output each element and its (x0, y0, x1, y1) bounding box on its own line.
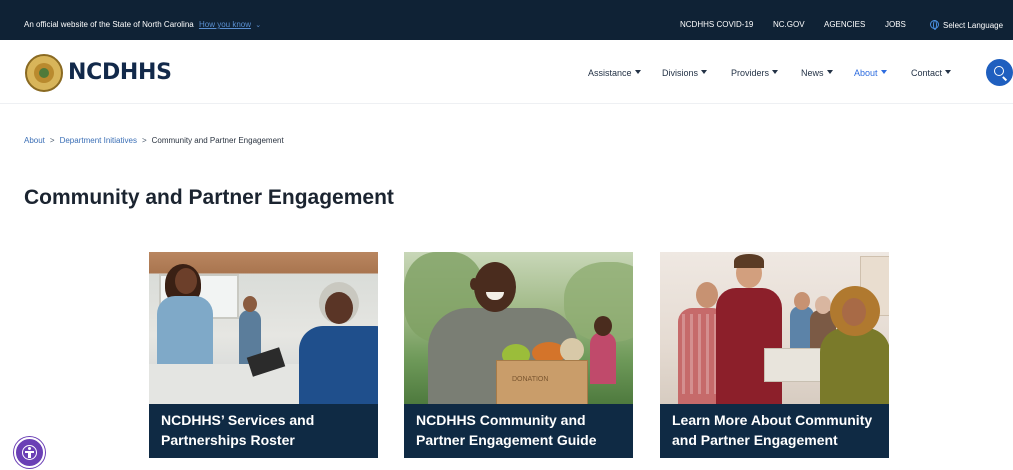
card-services-roster[interactable]: NCDHHS’ Services and Partnerships Roster (149, 252, 378, 470)
breadcrumb-about[interactable]: About (24, 136, 45, 145)
accessibility-button[interactable] (14, 437, 45, 468)
site-logo-text[interactable]: NCDHHS (68, 60, 172, 85)
photo-body (716, 288, 782, 404)
official-site-text: An official website of the State of Nort… (24, 20, 194, 29)
nav-label: Contact (911, 68, 943, 78)
caret-down-icon (880, 70, 887, 74)
official-site-notice: An official website of the State of Nort… (24, 20, 261, 29)
nav-about[interactable]: About (854, 68, 887, 78)
photo-child-head (594, 316, 612, 336)
caret-down-icon (945, 70, 952, 74)
breadcrumb-department-initiatives[interactable]: Department Initiatives (60, 136, 137, 145)
accessibility-icon-body (28, 452, 31, 458)
nav-label: News (801, 68, 824, 78)
breadcrumb-separator: > (49, 136, 55, 145)
photo-person-seated (289, 282, 378, 404)
photo-donation-box-text: DONATION (512, 376, 549, 383)
photo-bg-head (243, 296, 257, 312)
caret-down-icon (634, 70, 641, 74)
photo-child (590, 332, 616, 384)
globe-icon (930, 20, 939, 30)
chevron-down-icon[interactable]: ⌄ (255, 22, 261, 29)
photo-head (696, 282, 718, 308)
site-header: NCDHHS Assistance Divisions Providers Ne… (0, 40, 1013, 104)
card-title[interactable]: NCDHHS Community and Partner Engagement … (404, 404, 633, 458)
accessibility-icon-head (28, 447, 31, 450)
photo-head (325, 292, 353, 324)
photo-head (474, 262, 516, 312)
card-title[interactable]: Learn More About Community and Partner E… (660, 404, 889, 458)
breadcrumb-separator: > (141, 136, 147, 145)
caret-down-icon (772, 70, 779, 74)
nav-label: About (854, 68, 878, 78)
nav-assistance[interactable]: Assistance (588, 68, 641, 78)
caret-down-icon (826, 70, 833, 74)
photo-head (842, 298, 866, 326)
breadcrumb-current: Community and Partner Engagement (151, 136, 284, 145)
card-image-community-table (149, 252, 378, 404)
select-language-label: Select Language (943, 21, 1004, 30)
search-icon-handle (1002, 76, 1008, 81)
card-title[interactable]: NCDHHS’ Services and Partnerships Roster (149, 404, 378, 458)
photo-body (299, 326, 378, 404)
nav-label: Providers (731, 68, 770, 78)
nav-label: Divisions (662, 68, 699, 78)
photo-body (820, 328, 889, 404)
card-learn-more[interactable]: Learn More About Community and Partner E… (660, 252, 889, 470)
how-you-know-link[interactable]: How you know (199, 20, 251, 29)
search-button[interactable] (986, 59, 1013, 86)
photo-head (175, 268, 197, 294)
top-link-agencies[interactable]: AGENCIES (824, 20, 865, 29)
top-link-covid[interactable]: NCDHHS COVID-19 (680, 20, 753, 29)
card-image-volunteers (660, 252, 889, 404)
select-language-button[interactable]: Select Language (930, 20, 1003, 30)
photo-hair (734, 254, 764, 268)
nav-contact[interactable]: Contact (911, 68, 952, 78)
card-image-donation-box: DONATION (404, 252, 633, 404)
top-link-ncgov[interactable]: NC.GOV (773, 20, 805, 29)
official-banner: An official website of the State of Nort… (0, 0, 1013, 40)
nav-news[interactable]: News (801, 68, 833, 78)
photo-bg-head (794, 292, 810, 310)
caret-down-icon (701, 70, 708, 74)
card-engagement-guide[interactable]: DONATION NCDHHS Community and Partner En… (404, 252, 633, 470)
breadcrumb: About > Department Initiatives > Community a… (24, 136, 284, 145)
nav-providers[interactable]: Providers (731, 68, 779, 78)
nc-seal-logo-icon[interactable] (25, 54, 63, 92)
photo-bg-head (815, 296, 831, 314)
photo-vegetable (560, 338, 584, 362)
nav-divisions[interactable]: Divisions (662, 68, 708, 78)
nav-label: Assistance (588, 68, 632, 78)
search-icon (994, 66, 1004, 76)
top-link-jobs[interactable]: JOBS (885, 20, 906, 29)
page-title: Community and Partner Engagement (24, 186, 394, 209)
